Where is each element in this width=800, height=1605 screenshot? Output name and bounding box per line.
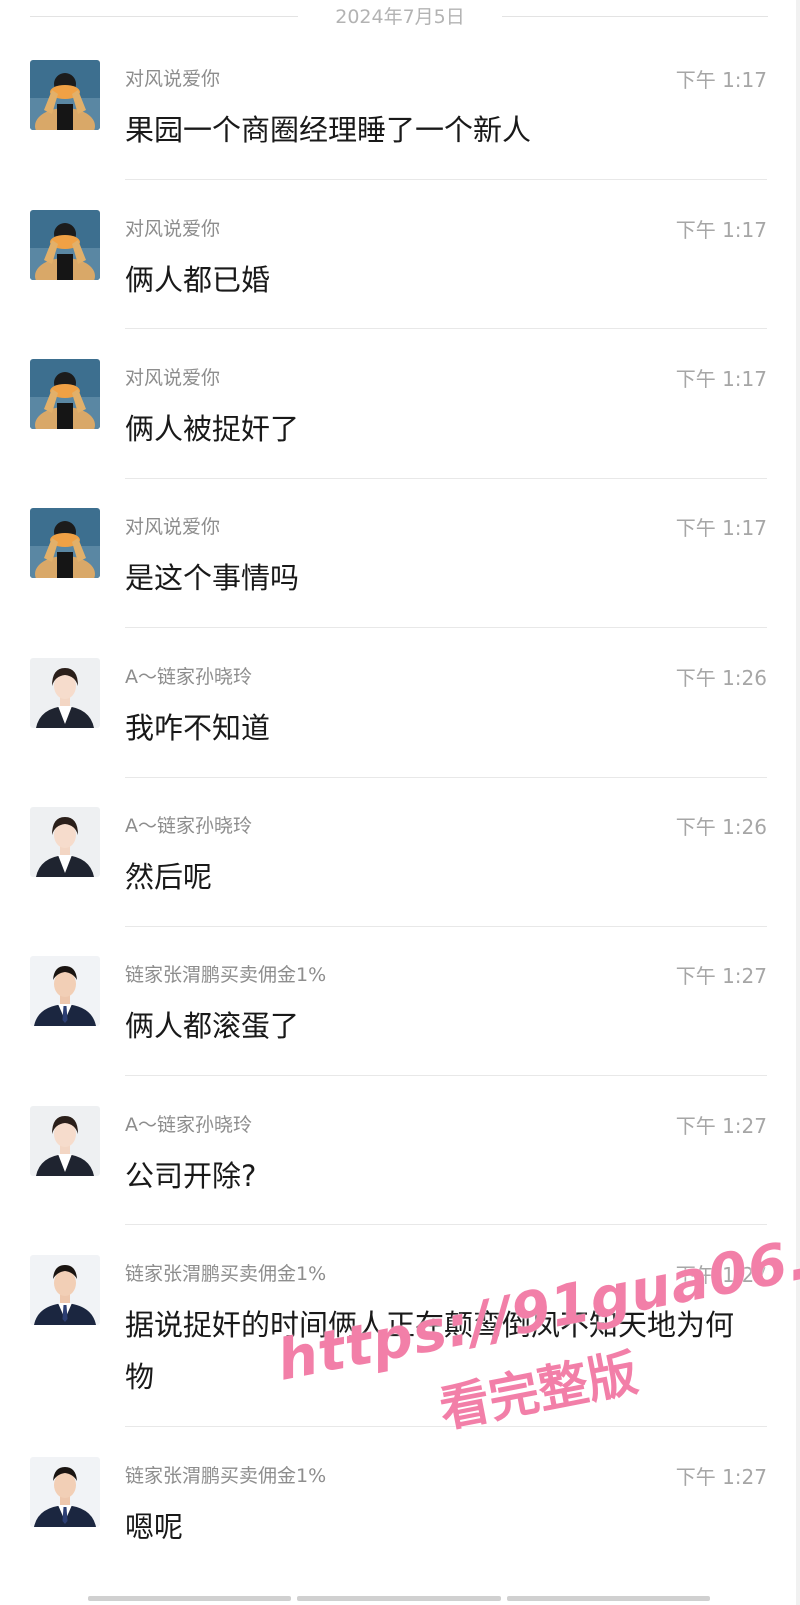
- man-covering-face-avatar[interactable]: [30, 60, 100, 130]
- sender-name[interactable]: 链家张渭鹏买卖佣金1%: [125, 960, 326, 987]
- date-label: 2024年7月5日: [335, 6, 465, 28]
- bottom-indicator-bar: [88, 1596, 710, 1601]
- message-separator: [125, 627, 767, 628]
- sender-name[interactable]: A～链家孙晓玲: [125, 811, 252, 838]
- message-text[interactable]: 果园一个商圈经理睡了一个新人: [125, 104, 745, 156]
- woman-suit-avatar[interactable]: [30, 807, 100, 877]
- message-text[interactable]: 然后呢: [125, 851, 745, 903]
- divider-line-right: [502, 16, 768, 17]
- message-text[interactable]: 据说捉奸的时间俩人正在颠鸾倒凤不知天地为何物: [125, 1299, 745, 1403]
- man-covering-face-avatar[interactable]: [30, 508, 100, 578]
- message-time: 下午 1:27: [675, 1263, 767, 1287]
- sender-name[interactable]: 对风说爱你: [125, 64, 220, 91]
- message-text[interactable]: 嗯呢: [125, 1501, 745, 1553]
- message-time: 下午 1:27: [675, 964, 767, 988]
- message-time: 下午 1:26: [675, 666, 767, 690]
- sender-name[interactable]: 链家张渭鹏买卖佣金1%: [125, 1259, 326, 1286]
- message-text[interactable]: 俩人都滚蛋了: [125, 1000, 745, 1052]
- message-time: 下午 1:26: [675, 815, 767, 839]
- woman-suit-avatar[interactable]: [30, 1106, 100, 1176]
- message-separator: [125, 478, 767, 479]
- message-text[interactable]: 俩人都已婚: [125, 254, 745, 306]
- man-suit-avatar[interactable]: [30, 1255, 100, 1325]
- message-time: 下午 1:27: [675, 1114, 767, 1138]
- message-time: 下午 1:17: [675, 68, 767, 92]
- divider-line-left: [30, 16, 298, 17]
- message-separator: [125, 1224, 767, 1225]
- sender-name[interactable]: A～链家孙晓玲: [125, 662, 252, 689]
- indicator-segment: [506, 1596, 710, 1601]
- sender-name[interactable]: 对风说爱你: [125, 512, 220, 539]
- message-time: 下午 1:17: [675, 367, 767, 391]
- man-covering-face-avatar[interactable]: [30, 210, 100, 280]
- message-separator: [125, 777, 767, 778]
- woman-suit-avatar[interactable]: [30, 658, 100, 728]
- sender-name[interactable]: A～链家孙晓玲: [125, 1110, 252, 1137]
- message-separator: [125, 1075, 767, 1076]
- sender-name[interactable]: 对风说爱你: [125, 214, 220, 241]
- message-separator: [125, 926, 767, 927]
- man-suit-avatar[interactable]: [30, 1457, 100, 1527]
- indicator-segment: [88, 1596, 292, 1601]
- message-text[interactable]: 我咋不知道: [125, 702, 745, 754]
- indicator-segment: [297, 1596, 501, 1601]
- sender-name[interactable]: 对风说爱你: [125, 363, 220, 390]
- scrollbar[interactable]: [796, 0, 800, 1605]
- message-text[interactable]: 是这个事情吗: [125, 552, 745, 604]
- date-divider: 2024年7月5日: [0, 0, 800, 34]
- man-covering-face-avatar[interactable]: [30, 359, 100, 429]
- message-separator: [125, 1426, 767, 1427]
- message-time: 下午 1:27: [675, 1465, 767, 1489]
- message-separator: [125, 328, 767, 329]
- sender-name[interactable]: 链家张渭鹏买卖佣金1%: [125, 1461, 326, 1488]
- man-suit-avatar[interactable]: [30, 956, 100, 1026]
- message-time: 下午 1:17: [675, 218, 767, 242]
- message-text[interactable]: 公司开除?: [125, 1150, 745, 1202]
- message-text[interactable]: 俩人被捉奸了: [125, 403, 745, 455]
- message-separator: [125, 179, 767, 180]
- message-time: 下午 1:17: [675, 516, 767, 540]
